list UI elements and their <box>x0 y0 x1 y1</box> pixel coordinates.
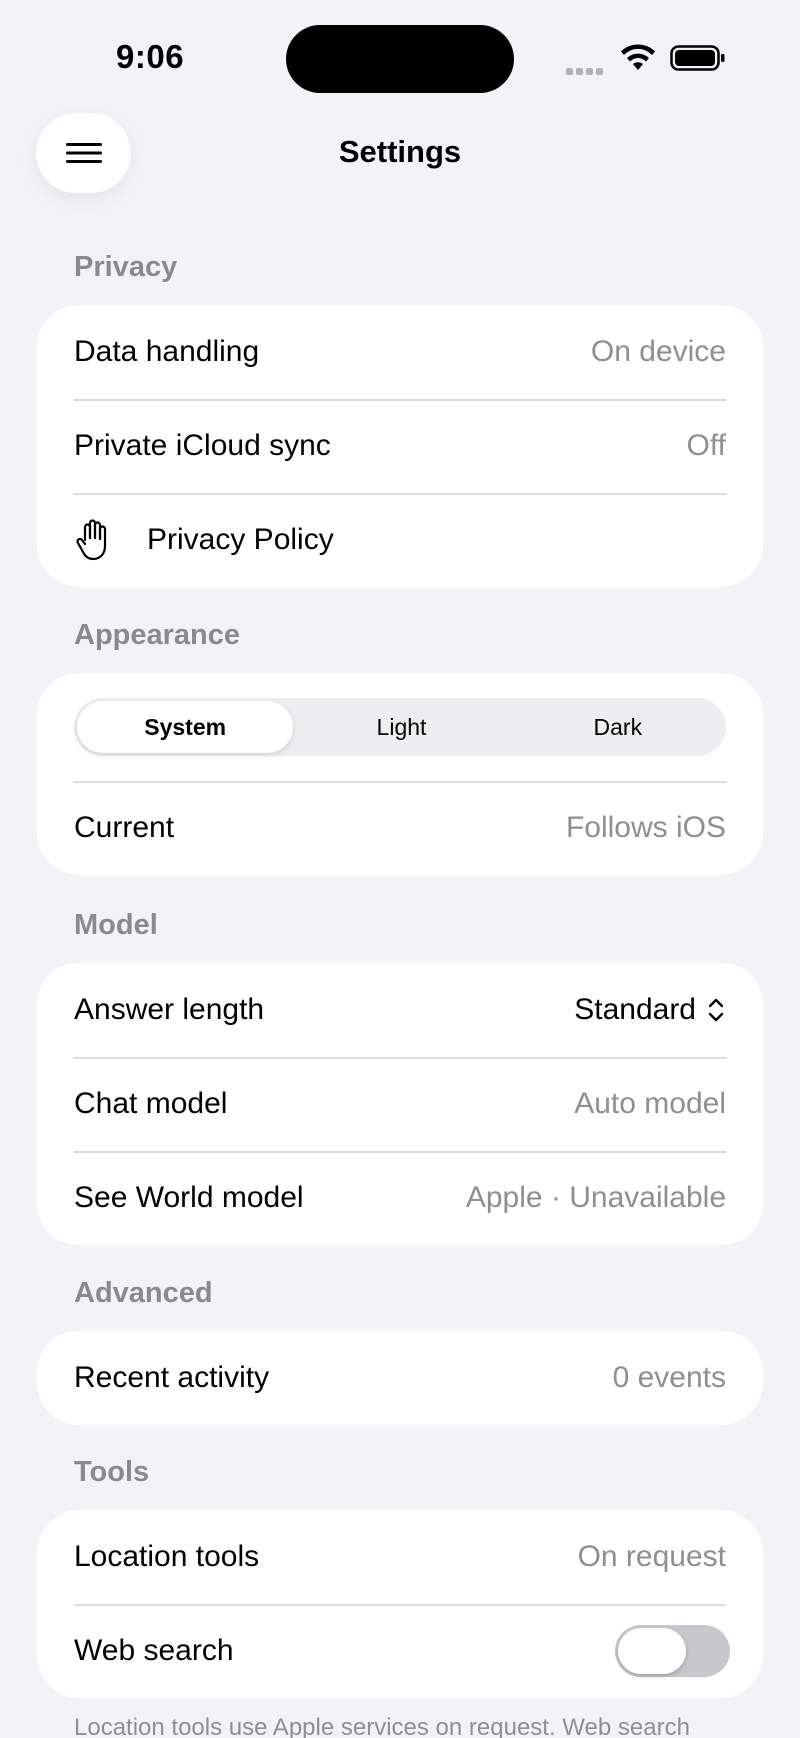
segment-system[interactable]: System <box>77 701 294 753</box>
row-value: Auto model <box>574 1087 726 1120</box>
segment-dark[interactable]: Dark <box>510 701 726 753</box>
chat-model-row[interactable]: Chat model Auto model <box>37 1057 763 1151</box>
row-label: Chat model <box>74 1087 228 1120</box>
tools-card: Location tools On request Web search <box>37 1510 763 1698</box>
web-search-row: Web search <box>37 1604 763 1698</box>
row-label: Data handling <box>74 335 260 368</box>
row-label: Location tools <box>74 1540 260 1573</box>
toggle-knob <box>618 1628 686 1674</box>
page-title: Settings <box>338 134 462 169</box>
row-label: See World model <box>74 1181 304 1214</box>
web-search-toggle[interactable] <box>615 1625 730 1677</box>
privacy-card: Data handling On device Private iCloud s… <box>37 305 763 587</box>
hand-raised-icon <box>76 519 107 561</box>
section-header-model: Model <box>74 909 158 941</box>
answer-length-row[interactable]: Answer length Standard <box>37 963 763 1057</box>
row-label: Web search <box>74 1634 234 1667</box>
chevron-up-down-icon <box>708 998 724 1022</box>
section-header-privacy: Privacy <box>74 251 178 283</box>
picker-value: Standard <box>574 993 696 1026</box>
dynamic-island <box>286 25 514 93</box>
tools-footnote: Location tools use Apple services on req… <box>74 1714 690 1738</box>
section-header-appearance: Appearance <box>74 619 241 651</box>
row-label: Answer length <box>74 993 265 1026</box>
status-bar: 9:06 <box>0 0 800 110</box>
cellular-signal-icon <box>566 62 606 80</box>
row-value: 0 events <box>612 1361 726 1394</box>
section-header-advanced: Advanced <box>74 1277 213 1309</box>
data-handling-row[interactable]: Data handling On device <box>37 305 763 399</box>
current-appearance-row: Current Follows iOS <box>37 781 763 875</box>
location-tools-row[interactable]: Location tools On request <box>37 1510 763 1604</box>
model-card: Answer length Standard Chat model Auto m… <box>37 963 763 1245</box>
wifi-icon <box>621 44 655 70</box>
row-value: Apple · Unavailable <box>465 1181 726 1214</box>
status-time: 9:06 <box>116 38 185 75</box>
advanced-card: Recent activity 0 events <box>37 1331 763 1425</box>
recent-activity-row[interactable]: Recent activity 0 events <box>37 1331 763 1425</box>
answer-length-picker[interactable]: Standard <box>574 993 726 1027</box>
see-world-model-row[interactable]: See World model Apple · Unavailable <box>37 1151 763 1245</box>
battery-icon <box>670 45 725 71</box>
row-label: Private iCloud sync <box>74 429 331 462</box>
row-label: Current <box>74 811 175 844</box>
appearance-segment-row: System Light Dark <box>37 673 763 781</box>
private-icloud-sync-row[interactable]: Private iCloud sync Off <box>37 399 763 493</box>
appearance-card: System Light Dark Current Follows iOS <box>37 673 763 875</box>
section-header-tools: Tools <box>74 1456 150 1488</box>
row-value: Follows iOS <box>565 811 726 844</box>
row-label: Recent activity <box>74 1361 270 1394</box>
divider <box>74 781 726 783</box>
row-value: Off <box>686 429 726 462</box>
appearance-segmented-control: System Light Dark <box>74 698 726 756</box>
row-value: On request <box>577 1540 726 1573</box>
row-value: On device <box>590 335 726 368</box>
row-label: Privacy Policy <box>147 523 334 556</box>
segment-light[interactable]: Light <box>293 701 509 753</box>
privacy-policy-row[interactable]: Privacy Policy <box>37 493 763 587</box>
